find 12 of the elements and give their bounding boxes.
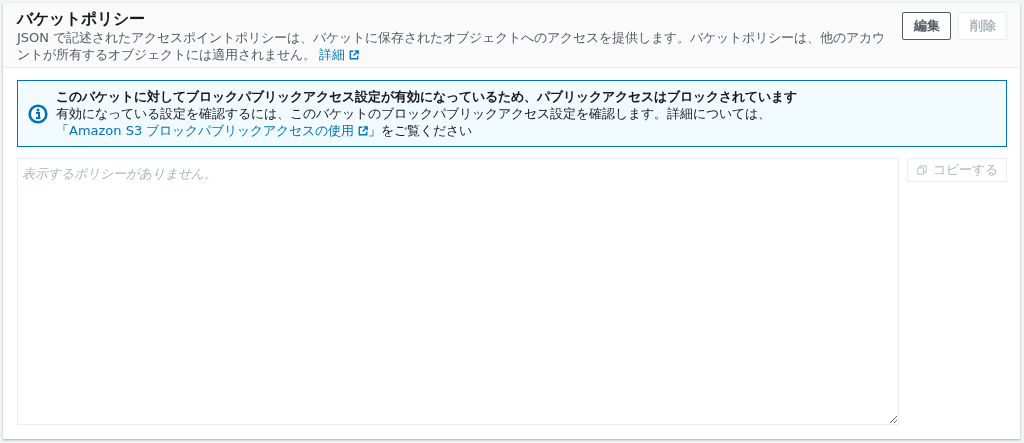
- panel-description: JSON で記述されたアクセスポイントポリシーは、バケットに保存されたオブジェクトへのアクセスを提供します。バケットポリシーは、他のアカウントが所有するオブジェクトには適用されません。 詳細: [17, 29, 887, 63]
- learn-more-link[interactable]: 詳細: [319, 47, 359, 62]
- external-link-icon: [358, 126, 369, 136]
- action-button[interactable]: 編集: [902, 12, 951, 40]
- alert-title: このバケットに対してブロックパブリックアクセス設定が有効になっているため、パブリックアクセスはブロックされています: [56, 88, 798, 105]
- documentation-link[interactable]: Amazon S3 ブロックパブリックアクセスの使用: [69, 123, 369, 138]
- panel-title: バケットポリシー: [17, 9, 146, 29]
- alert-message: 有効になっている設定を確認するには、このバケットのブロックパブリックアクセス設定を確認します。詳細については、「Amazon S3 ブロックパブリックアクセスの使用 」をご覧ください: [56, 105, 772, 139]
- policy-field[interactable]: 表示するポリシーがありません。: [17, 158, 899, 425]
- info-icon: [28, 103, 48, 124]
- external-link-icon: [349, 50, 359, 60]
- copy-icon: [916, 165, 927, 175]
